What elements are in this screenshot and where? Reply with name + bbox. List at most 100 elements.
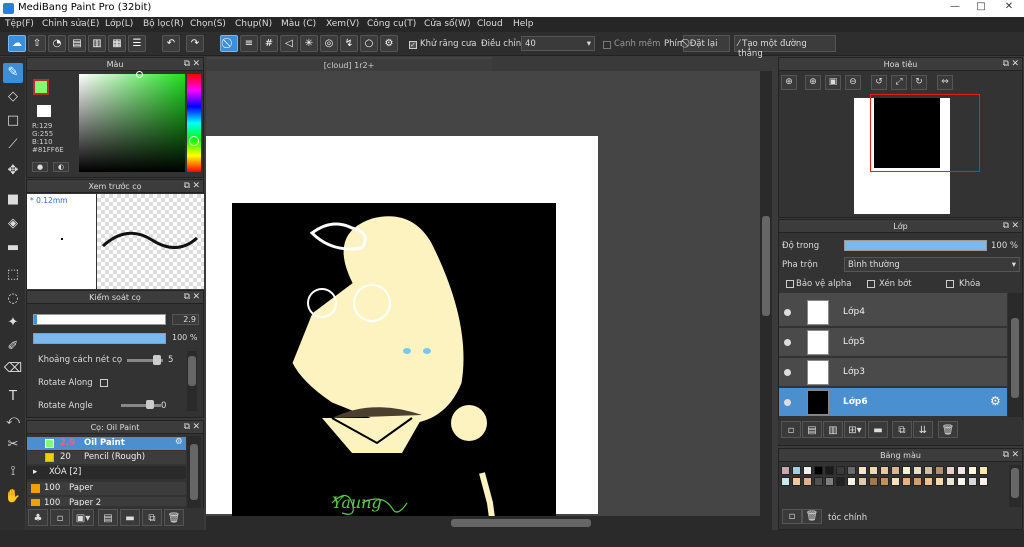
brush-control-scrollbar[interactable]	[187, 351, 197, 411]
menu-tools[interactable]: Công cụ(T)	[367, 19, 416, 29]
popout-icon[interactable]: ⧉	[184, 421, 190, 434]
brush-group-erase[interactable]: ▸ XÓA [2]	[27, 466, 186, 479]
popout-icon[interactable]: ⧉	[1003, 58, 1009, 71]
snap-settings-icon[interactable]: ⚙	[380, 35, 398, 52]
layer-scrollbar[interactable]	[1008, 293, 1022, 417]
folder-icon[interactable]: ▬	[120, 509, 140, 526]
straight-line-button[interactable]: ⁄ Tạo một đường thẳng	[734, 35, 836, 59]
palette-swatch[interactable]	[968, 477, 977, 486]
palette-swatch[interactable]	[792, 466, 801, 475]
hand-tool-icon[interactable]: ✋	[3, 487, 23, 507]
duplicate-icon[interactable]: ⧉	[892, 421, 912, 438]
fit-icon[interactable]: ▣	[825, 75, 841, 90]
palette-swatch[interactable]	[781, 477, 790, 486]
lock-checkbox[interactable]	[946, 280, 954, 288]
maximize-button[interactable]: □	[968, 0, 994, 14]
new-brush-icon[interactable]: ▫	[50, 509, 70, 526]
move-tool-icon[interactable]: ✥	[3, 161, 23, 181]
comment-icon[interactable]: ◔	[48, 35, 66, 52]
magic-wand-tool-icon[interactable]: ✦	[3, 313, 23, 333]
divide-tool-icon[interactable]: ✂	[3, 435, 23, 455]
soft-edge-checkbox[interactable]	[603, 41, 611, 49]
palette-swatch[interactable]	[803, 466, 812, 475]
layer-row[interactable]: Lớp5	[779, 328, 1007, 357]
brush-item-pencil-rough[interactable]: 20 Pencil (Rough)	[27, 451, 186, 464]
merge-icon[interactable]: ⇊	[913, 421, 933, 438]
folder-icon[interactable]: ▬	[868, 421, 888, 438]
snap-radial-icon[interactable]: ✳	[300, 35, 318, 52]
gradient-tool-icon[interactable]: ▬	[3, 238, 23, 258]
close-icon[interactable]: ✕	[192, 421, 200, 434]
palette-swatch[interactable]	[880, 466, 889, 475]
brush-size-value[interactable]: 2.9	[172, 314, 199, 325]
operation-tool-icon[interactable]: ⤺	[3, 411, 23, 431]
select-eraser-tool-icon[interactable]: ⌫	[3, 359, 23, 379]
hue-cursor[interactable]	[189, 136, 199, 146]
picker-cursor[interactable]	[136, 71, 143, 78]
popout-icon[interactable]: ⧉	[184, 58, 190, 71]
redo-icon[interactable]: ↷	[186, 35, 204, 52]
add-color-icon[interactable]: ▫	[782, 509, 802, 524]
brush-item-oil-paint[interactable]: 2.9 Oil Paint ⚙	[27, 437, 186, 450]
eyedropper-tool-icon[interactable]: ⟟	[3, 462, 23, 482]
layer-row[interactable]: Lớp3	[779, 358, 1007, 387]
palette-swatch[interactable]	[935, 466, 944, 475]
menu-color[interactable]: Màu (C)	[281, 19, 316, 29]
menu-view[interactable]: Xem(V)	[326, 19, 359, 29]
palette-swatch[interactable]	[979, 477, 988, 486]
hue-slider[interactable]	[187, 74, 201, 172]
palette-swatch[interactable]	[957, 477, 966, 486]
zoom-in-alt-icon[interactable]: ⊕	[805, 75, 821, 90]
lasso-tool-icon[interactable]: ◌	[3, 289, 23, 309]
palette-swatch[interactable]	[825, 466, 834, 475]
palette-swatch[interactable]	[858, 477, 867, 486]
close-icon[interactable]: ✕	[1011, 220, 1019, 233]
palette-swatch[interactable]	[913, 466, 922, 475]
visibility-eye-icon[interactable]	[784, 399, 791, 406]
brush-item-paper[interactable]: 100 Paper	[27, 482, 186, 495]
popout-icon[interactable]: ⧉	[1003, 220, 1009, 233]
flip-icon[interactable]: ⇔	[937, 75, 953, 90]
minimize-button[interactable]: —	[942, 0, 968, 14]
visibility-eye-icon[interactable]	[784, 339, 791, 346]
transparent-color[interactable]	[36, 104, 52, 118]
palette-swatch[interactable]	[957, 466, 966, 475]
menu-file[interactable]: Tệp(F)	[5, 19, 34, 29]
new-layer-1bit-icon[interactable]: ▥	[823, 421, 843, 438]
reset-button[interactable]: ⃠ Đặt lại	[683, 35, 730, 52]
scrollbar-thumb[interactable]	[762, 216, 770, 316]
palette-swatch[interactable]	[880, 477, 889, 486]
fit-window-icon[interactable]: ⤢	[891, 75, 907, 90]
gear-icon[interactable]: ⚙	[175, 437, 183, 447]
snap-concentric-icon[interactable]: ◎	[320, 35, 338, 52]
layer-opacity-slider[interactable]	[844, 240, 987, 251]
rect-tool-icon[interactable]: □	[3, 111, 23, 131]
share-icon[interactable]: ⇧	[28, 35, 46, 52]
palette-swatch[interactable]	[924, 466, 933, 475]
scrollbar-thumb[interactable]	[1011, 318, 1019, 398]
palette-swatch[interactable]	[814, 466, 823, 475]
snap-curve-icon[interactable]: ↯	[340, 35, 358, 52]
zoom-in-icon[interactable]: ⊕	[781, 75, 797, 90]
page-icon[interactable]: ▥	[88, 35, 106, 52]
palette-swatch[interactable]	[891, 477, 900, 486]
rotate-along-checkbox[interactable]	[100, 379, 108, 387]
close-icon[interactable]: ✕	[1011, 58, 1019, 71]
close-icon[interactable]: ✕	[1011, 449, 1019, 462]
adjust-dropdown[interactable]: 40 ▾	[521, 36, 595, 51]
undo-icon[interactable]: ↶	[162, 35, 180, 52]
menu-window[interactable]: Cửa số(W)	[424, 19, 470, 29]
close-icon[interactable]: ✕	[192, 180, 200, 193]
palette-swatch[interactable]	[781, 466, 790, 475]
snap-circle-icon[interactable]: ○	[360, 35, 378, 52]
palette-swatch[interactable]	[946, 477, 955, 486]
palette-swatch[interactable]	[814, 477, 823, 486]
palette-scrollbar[interactable]	[1009, 465, 1021, 507]
color-mode-icon[interactable]: ◐	[53, 162, 69, 172]
zoom-out-icon[interactable]: ⊖	[845, 75, 861, 90]
scrollbar-thumb[interactable]	[190, 444, 198, 500]
new-layer-8bit-icon[interactable]: ▤	[802, 421, 822, 438]
popout-icon[interactable]: ⧉	[184, 180, 190, 193]
palette-swatch[interactable]	[968, 466, 977, 475]
snap-grid-icon[interactable]: #	[260, 35, 278, 52]
